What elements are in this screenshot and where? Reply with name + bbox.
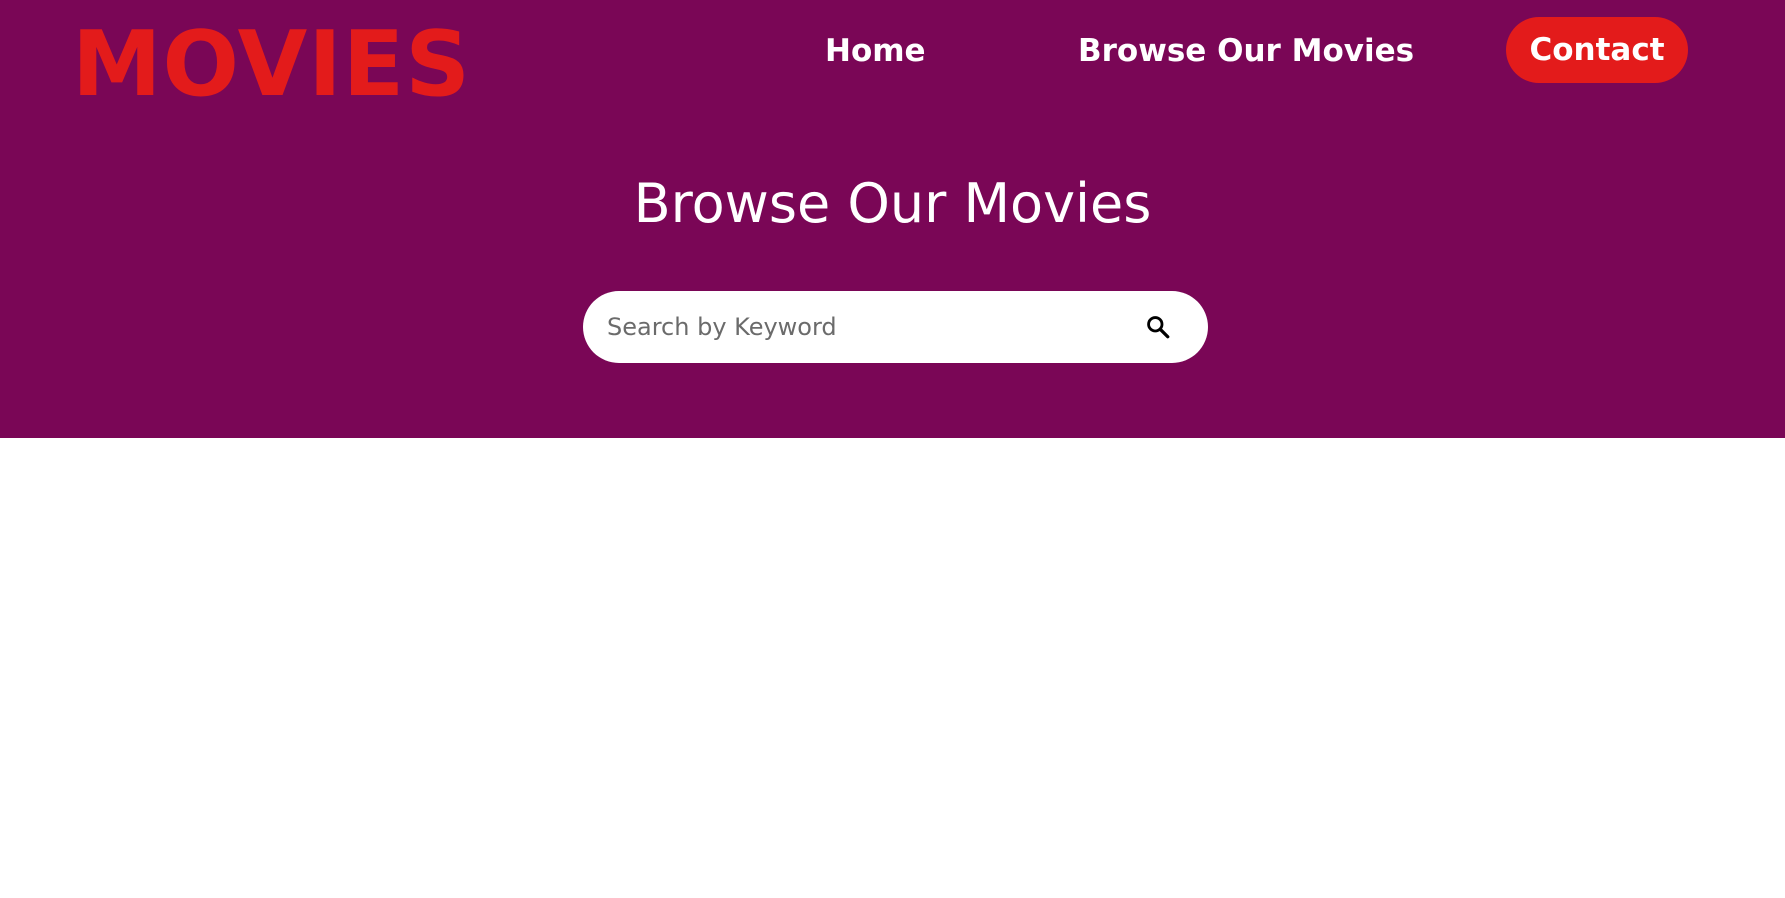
search-bar <box>583 291 1208 363</box>
contact-button[interactable]: Contact <box>1506 17 1688 83</box>
search-icon <box>1145 314 1171 340</box>
hero-banner: MOVIES Home Browse Our Movies Contact Br… <box>0 0 1785 438</box>
search-button[interactable] <box>1138 307 1178 347</box>
site-logo[interactable]: MOVIES <box>72 10 471 120</box>
search-input[interactable] <box>607 291 1107 363</box>
nav-link-browse-movies[interactable]: Browse Our Movies <box>1078 27 1414 75</box>
nav-link-home[interactable]: Home <box>825 27 926 75</box>
main-content <box>0 438 1785 898</box>
page-title: Browse Our Movies <box>633 172 1152 235</box>
